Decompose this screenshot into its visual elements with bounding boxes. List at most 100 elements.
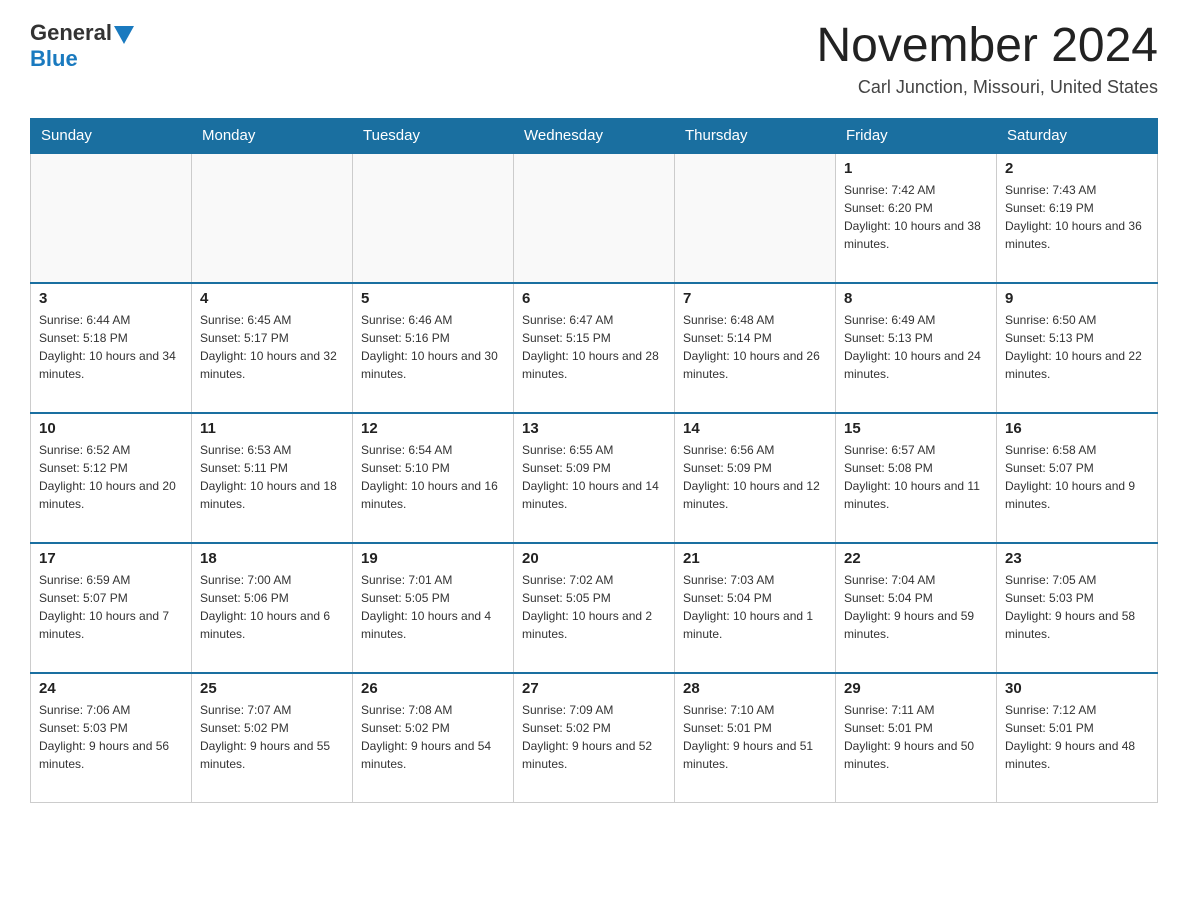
day-info: Sunrise: 6:50 AM Sunset: 5:13 PM Dayligh… bbox=[1005, 311, 1149, 383]
logo-triangle-icon bbox=[114, 26, 134, 44]
day-info: Sunrise: 6:46 AM Sunset: 5:16 PM Dayligh… bbox=[361, 311, 505, 383]
day-number: 2 bbox=[1005, 160, 1149, 177]
calendar-cell: 18 Sunrise: 7:00 AM Sunset: 5:06 PM Dayli… bbox=[192, 543, 353, 673]
calendar-cell: 20 Sunrise: 7:02 AM Sunset: 5:05 PM Dayli… bbox=[514, 543, 675, 673]
day-number: 13 bbox=[522, 420, 666, 437]
day-number: 24 bbox=[39, 680, 183, 697]
day-info: Sunrise: 6:52 AM Sunset: 5:12 PM Dayligh… bbox=[39, 441, 183, 513]
weekday-header-saturday: Saturday bbox=[997, 118, 1158, 153]
calendar-cell: 27 Sunrise: 7:09 AM Sunset: 5:02 PM Dayli… bbox=[514, 673, 675, 803]
weekday-header-monday: Monday bbox=[192, 118, 353, 153]
day-number: 17 bbox=[39, 550, 183, 567]
week-row-5: 24 Sunrise: 7:06 AM Sunset: 5:03 PM Dayli… bbox=[31, 673, 1158, 803]
day-info: Sunrise: 6:54 AM Sunset: 5:10 PM Dayligh… bbox=[361, 441, 505, 513]
day-number: 19 bbox=[361, 550, 505, 567]
calendar-cell: 12 Sunrise: 6:54 AM Sunset: 5:10 PM Dayli… bbox=[353, 413, 514, 543]
day-info: Sunrise: 7:00 AM Sunset: 5:06 PM Dayligh… bbox=[200, 571, 344, 643]
day-info: Sunrise: 6:59 AM Sunset: 5:07 PM Dayligh… bbox=[39, 571, 183, 643]
day-number: 3 bbox=[39, 290, 183, 307]
calendar-cell bbox=[31, 153, 192, 283]
day-info: Sunrise: 7:07 AM Sunset: 5:02 PM Dayligh… bbox=[200, 701, 344, 773]
day-info: Sunrise: 6:53 AM Sunset: 5:11 PM Dayligh… bbox=[200, 441, 344, 513]
calendar-cell: 22 Sunrise: 7:04 AM Sunset: 5:04 PM Dayli… bbox=[836, 543, 997, 673]
day-number: 21 bbox=[683, 550, 827, 567]
day-number: 9 bbox=[1005, 290, 1149, 307]
day-info: Sunrise: 7:03 AM Sunset: 5:04 PM Dayligh… bbox=[683, 571, 827, 643]
day-number: 25 bbox=[200, 680, 344, 697]
calendar-cell: 1 Sunrise: 7:42 AM Sunset: 6:20 PM Daylig… bbox=[836, 153, 997, 283]
calendar-cell: 4 Sunrise: 6:45 AM Sunset: 5:17 PM Daylig… bbox=[192, 283, 353, 413]
week-row-2: 3Sunrise: 6:44 AM Sunset: 5:18 PM Daylig… bbox=[31, 283, 1158, 413]
calendar-cell bbox=[514, 153, 675, 283]
day-number: 1 bbox=[844, 160, 988, 177]
day-info: Sunrise: 6:48 AM Sunset: 5:14 PM Dayligh… bbox=[683, 311, 827, 383]
calendar-cell: 24 Sunrise: 7:06 AM Sunset: 5:03 PM Dayli… bbox=[31, 673, 192, 803]
week-row-4: 17 Sunrise: 6:59 AM Sunset: 5:07 PM Dayli… bbox=[31, 543, 1158, 673]
day-info: Sunrise: 7:08 AM Sunset: 5:02 PM Dayligh… bbox=[361, 701, 505, 773]
day-info: Sunrise: 6:45 AM Sunset: 5:17 PM Dayligh… bbox=[200, 311, 344, 383]
week-row-1: 1 Sunrise: 7:42 AM Sunset: 6:20 PM Daylig… bbox=[31, 153, 1158, 283]
day-info: Sunrise: 6:49 AM Sunset: 5:13 PM Dayligh… bbox=[844, 311, 988, 383]
day-number: 20 bbox=[522, 550, 666, 567]
day-number: 6 bbox=[522, 290, 666, 307]
calendar-cell: 5 Sunrise: 6:46 AM Sunset: 5:16 PM Daylig… bbox=[353, 283, 514, 413]
day-info: Sunrise: 7:11 AM Sunset: 5:01 PM Dayligh… bbox=[844, 701, 988, 773]
page-header: General Blue November 2024 Carl Junction… bbox=[30, 20, 1158, 98]
day-info: Sunrise: 7:12 AM Sunset: 5:01 PM Dayligh… bbox=[1005, 701, 1149, 773]
calendar-cell: 21 Sunrise: 7:03 AM Sunset: 5:04 PM Dayli… bbox=[675, 543, 836, 673]
day-info: Sunrise: 7:02 AM Sunset: 5:05 PM Dayligh… bbox=[522, 571, 666, 643]
day-number: 16 bbox=[1005, 420, 1149, 437]
calendar-cell: 28Sunrise: 7:10 AM Sunset: 5:01 PM Dayli… bbox=[675, 673, 836, 803]
day-info: Sunrise: 7:10 AM Sunset: 5:01 PM Dayligh… bbox=[683, 701, 827, 773]
calendar-cell: 11 Sunrise: 6:53 AM Sunset: 5:11 PM Dayli… bbox=[192, 413, 353, 543]
calendar-cell: 2 Sunrise: 7:43 AM Sunset: 6:19 PM Daylig… bbox=[997, 153, 1158, 283]
calendar-cell: 14Sunrise: 6:56 AM Sunset: 5:09 PM Dayli… bbox=[675, 413, 836, 543]
calendar-cell: 3Sunrise: 6:44 AM Sunset: 5:18 PM Daylig… bbox=[31, 283, 192, 413]
day-number: 12 bbox=[361, 420, 505, 437]
calendar-cell bbox=[192, 153, 353, 283]
weekday-header-row: SundayMondayTuesdayWednesdayThursdayFrid… bbox=[31, 118, 1158, 153]
day-number: 18 bbox=[200, 550, 344, 567]
day-number: 22 bbox=[844, 550, 988, 567]
day-number: 8 bbox=[844, 290, 988, 307]
week-row-3: 10 Sunrise: 6:52 AM Sunset: 5:12 PM Dayli… bbox=[31, 413, 1158, 543]
calendar-cell: 15Sunrise: 6:57 AM Sunset: 5:08 PM Dayli… bbox=[836, 413, 997, 543]
calendar-cell: 13Sunrise: 6:55 AM Sunset: 5:09 PM Dayli… bbox=[514, 413, 675, 543]
day-info: Sunrise: 7:43 AM Sunset: 6:19 PM Dayligh… bbox=[1005, 181, 1149, 253]
calendar-cell: 8 Sunrise: 6:49 AM Sunset: 5:13 PM Daylig… bbox=[836, 283, 997, 413]
calendar-cell: 9 Sunrise: 6:50 AM Sunset: 5:13 PM Daylig… bbox=[997, 283, 1158, 413]
weekday-header-tuesday: Tuesday bbox=[353, 118, 514, 153]
calendar-cell bbox=[353, 153, 514, 283]
calendar-cell: 16Sunrise: 6:58 AM Sunset: 5:07 PM Dayli… bbox=[997, 413, 1158, 543]
day-number: 11 bbox=[200, 420, 344, 437]
title-area: November 2024 Carl Junction, Missouri, U… bbox=[816, 20, 1158, 98]
weekday-header-wednesday: Wednesday bbox=[514, 118, 675, 153]
calendar-cell: 29Sunrise: 7:11 AM Sunset: 5:01 PM Dayli… bbox=[836, 673, 997, 803]
day-number: 10 bbox=[39, 420, 183, 437]
day-info: Sunrise: 7:01 AM Sunset: 5:05 PM Dayligh… bbox=[361, 571, 505, 643]
calendar-table: SundayMondayTuesdayWednesdayThursdayFrid… bbox=[30, 118, 1158, 804]
weekday-header-sunday: Sunday bbox=[31, 118, 192, 153]
logo-general-text: General bbox=[30, 20, 112, 46]
day-info: Sunrise: 7:09 AM Sunset: 5:02 PM Dayligh… bbox=[522, 701, 666, 773]
day-number: 27 bbox=[522, 680, 666, 697]
logo: General Blue bbox=[30, 20, 134, 72]
calendar-cell: 30Sunrise: 7:12 AM Sunset: 5:01 PM Dayli… bbox=[997, 673, 1158, 803]
day-number: 26 bbox=[361, 680, 505, 697]
day-number: 5 bbox=[361, 290, 505, 307]
day-number: 23 bbox=[1005, 550, 1149, 567]
day-info: Sunrise: 7:04 AM Sunset: 5:04 PM Dayligh… bbox=[844, 571, 988, 643]
day-number: 7 bbox=[683, 290, 827, 307]
weekday-header-friday: Friday bbox=[836, 118, 997, 153]
day-info: Sunrise: 6:56 AM Sunset: 5:09 PM Dayligh… bbox=[683, 441, 827, 513]
day-info: Sunrise: 6:47 AM Sunset: 5:15 PM Dayligh… bbox=[522, 311, 666, 383]
day-info: Sunrise: 7:42 AM Sunset: 6:20 PM Dayligh… bbox=[844, 181, 988, 253]
day-number: 4 bbox=[200, 290, 344, 307]
month-title: November 2024 bbox=[816, 20, 1158, 73]
calendar-cell: 7 Sunrise: 6:48 AM Sunset: 5:14 PM Daylig… bbox=[675, 283, 836, 413]
calendar-cell: 6 Sunrise: 6:47 AM Sunset: 5:15 PM Daylig… bbox=[514, 283, 675, 413]
location-subtitle: Carl Junction, Missouri, United States bbox=[816, 77, 1158, 98]
calendar-cell: 10 Sunrise: 6:52 AM Sunset: 5:12 PM Dayli… bbox=[31, 413, 192, 543]
day-info: Sunrise: 7:06 AM Sunset: 5:03 PM Dayligh… bbox=[39, 701, 183, 773]
calendar-cell: 23Sunrise: 7:05 AM Sunset: 5:03 PM Dayli… bbox=[997, 543, 1158, 673]
